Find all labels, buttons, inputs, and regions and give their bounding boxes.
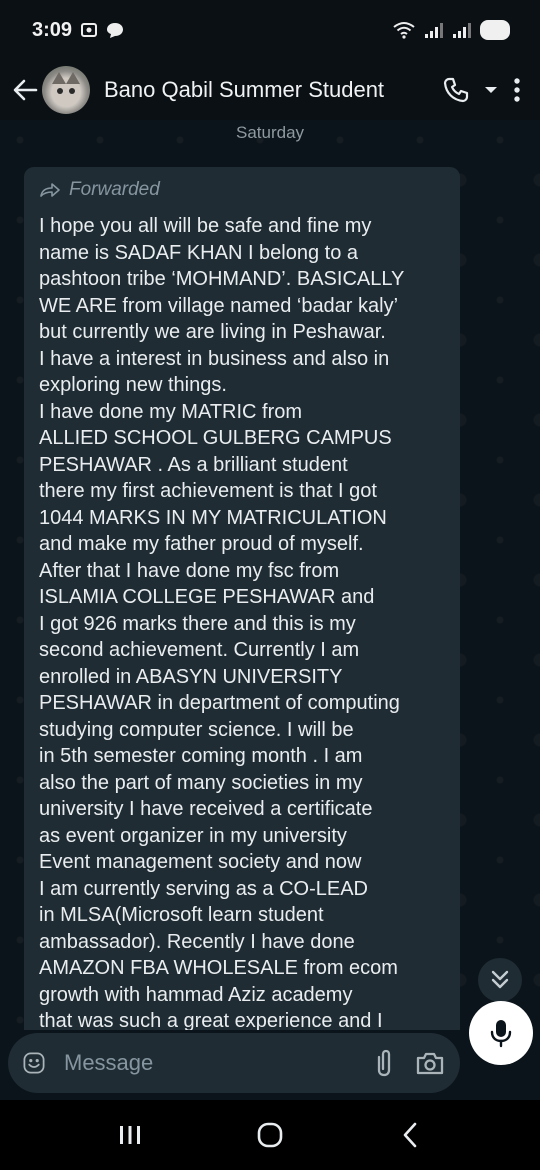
back-button[interactable] <box>8 68 42 112</box>
header-actions <box>442 76 532 104</box>
back-nav-button[interactable] <box>380 1110 440 1160</box>
message-text: I hope you all will be safe and fine my … <box>39 215 405 1030</box>
system-nav-bar <box>0 1100 540 1170</box>
double-chevron-down-icon <box>491 970 509 989</box>
status-bar: 3:09 <box>0 0 540 60</box>
status-left: 3:09 <box>32 19 124 42</box>
message-input[interactable] <box>62 1049 354 1077</box>
forwarded-indicator: Forwarded <box>39 175 450 205</box>
screenshot-icon <box>81 23 98 37</box>
paperclip-icon <box>377 1049 391 1077</box>
home-icon <box>257 1122 283 1148</box>
arrow-left-icon <box>13 79 38 101</box>
emoji-icon[interactable] <box>22 1048 46 1078</box>
recent-apps-button[interactable] <box>100 1110 160 1160</box>
chat-header: Bano Qabil Summer Student <box>0 60 540 120</box>
microphone-icon <box>490 1020 512 1048</box>
home-button[interactable] <box>240 1110 300 1160</box>
chat-title[interactable]: Bano Qabil Summer Student <box>104 77 442 103</box>
voice-record-button[interactable] <box>469 1001 533 1065</box>
chat-area[interactable]: Saturday Forwarded I hope you all will b… <box>0 120 540 1030</box>
message-input-container <box>8 1033 460 1093</box>
caret-down-icon[interactable] <box>484 85 498 95</box>
back-nav-icon <box>403 1122 417 1148</box>
chat-notification-icon <box>107 23 124 38</box>
signal-2-icon <box>453 23 471 38</box>
scroll-to-bottom-button[interactable] <box>478 958 522 1002</box>
battery-icon <box>480 20 510 40</box>
camera-button[interactable] <box>414 1043 446 1083</box>
avatar[interactable] <box>42 66 90 114</box>
attach-button[interactable] <box>368 1043 400 1083</box>
recent-apps-icon <box>120 1126 140 1144</box>
phone-icon[interactable] <box>442 76 470 104</box>
camera-icon <box>416 1052 444 1075</box>
forwarded-icon <box>40 183 60 197</box>
more-vertical-icon[interactable] <box>512 76 522 104</box>
message-bubble[interactable]: Forwarded I hope you all will be safe an… <box>24 167 460 1030</box>
status-time: 3:09 <box>32 18 73 41</box>
status-right <box>392 20 510 40</box>
forwarded-label: Forwarded <box>69 179 160 200</box>
wifi-icon <box>393 22 415 39</box>
composer <box>0 1030 540 1100</box>
signal-1-icon <box>425 23 443 38</box>
date-label: Saturday <box>235 123 305 142</box>
